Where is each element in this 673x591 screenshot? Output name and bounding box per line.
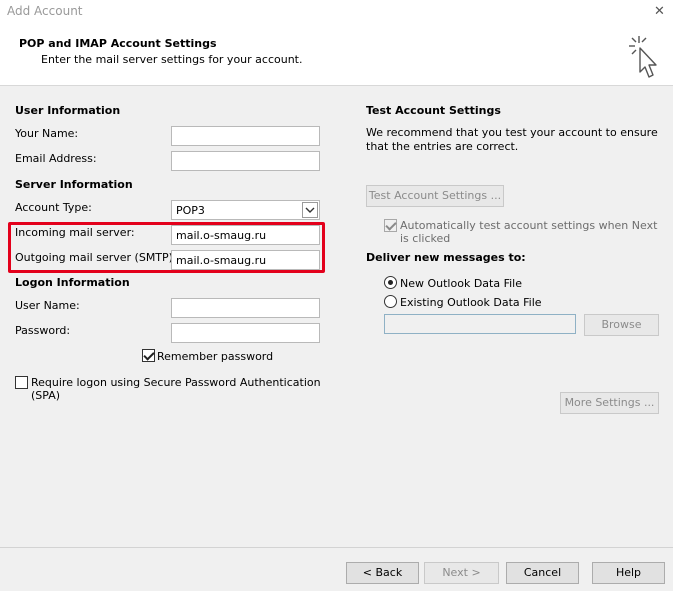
spa-label: Require logon using Secure Password Auth… <box>31 376 321 402</box>
browse-button[interactable]: Browse <box>584 314 659 336</box>
email-input[interactable] <box>171 151 320 171</box>
test-settings-description: We recommend that you test your account … <box>366 126 658 153</box>
help-button[interactable]: Help <box>592 562 665 584</box>
cancel-button[interactable]: Cancel <box>506 562 579 584</box>
close-icon[interactable]: ✕ <box>646 0 673 24</box>
highlight-box <box>8 222 325 273</box>
your-name-input[interactable] <box>171 126 320 146</box>
email-label: Email Address: <box>15 152 97 165</box>
new-data-file-label: New Outlook Data File <box>400 277 522 290</box>
existing-data-file-label: Existing Outlook Data File <box>400 296 542 309</box>
account-type-value: POP3 <box>176 204 205 217</box>
auto-test-label: Automatically test account settings when… <box>400 219 658 245</box>
spa-checkbox[interactable] <box>15 376 28 389</box>
dialog-header: POP and IMAP Account Settings Enter the … <box>0 24 673 86</box>
test-settings-heading: Test Account Settings <box>366 104 501 117</box>
password-label: Password: <box>15 324 71 337</box>
test-account-settings-button[interactable]: Test Account Settings ... <box>366 185 504 207</box>
account-type-label: Account Type: <box>15 201 92 214</box>
your-name-label: Your Name: <box>15 127 79 140</box>
new-data-file-radio[interactable] <box>384 276 397 289</box>
password-input[interactable] <box>171 323 320 343</box>
chevron-down-icon[interactable] <box>302 202 318 218</box>
account-type-select[interactable]: POP3 <box>171 200 320 220</box>
username-input[interactable] <box>171 298 320 318</box>
header-subtitle: Enter the mail server settings for your … <box>41 53 303 66</box>
username-label: User Name: <box>15 299 80 312</box>
existing-data-file-path[interactable] <box>384 314 576 334</box>
back-button[interactable]: < Back <box>346 562 419 584</box>
window-title: Add Account <box>7 4 83 18</box>
logon-info-heading: Logon Information <box>15 276 130 289</box>
footer-divider <box>0 547 673 548</box>
server-info-heading: Server Information <box>15 178 133 191</box>
next-button[interactable]: Next > <box>424 562 499 584</box>
cursor-click-icon <box>629 36 657 78</box>
title-bar: Add Account ✕ <box>0 0 673 24</box>
existing-data-file-radio[interactable] <box>384 295 397 308</box>
more-settings-button[interactable]: More Settings ... <box>560 392 659 414</box>
header-title: POP and IMAP Account Settings <box>19 37 217 50</box>
remember-password-checkbox[interactable] <box>142 349 155 362</box>
user-info-heading: User Information <box>15 104 121 117</box>
auto-test-checkbox[interactable] <box>384 219 397 232</box>
remember-password-label: Remember password <box>157 350 274 363</box>
deliver-heading: Deliver new messages to: <box>366 251 526 264</box>
